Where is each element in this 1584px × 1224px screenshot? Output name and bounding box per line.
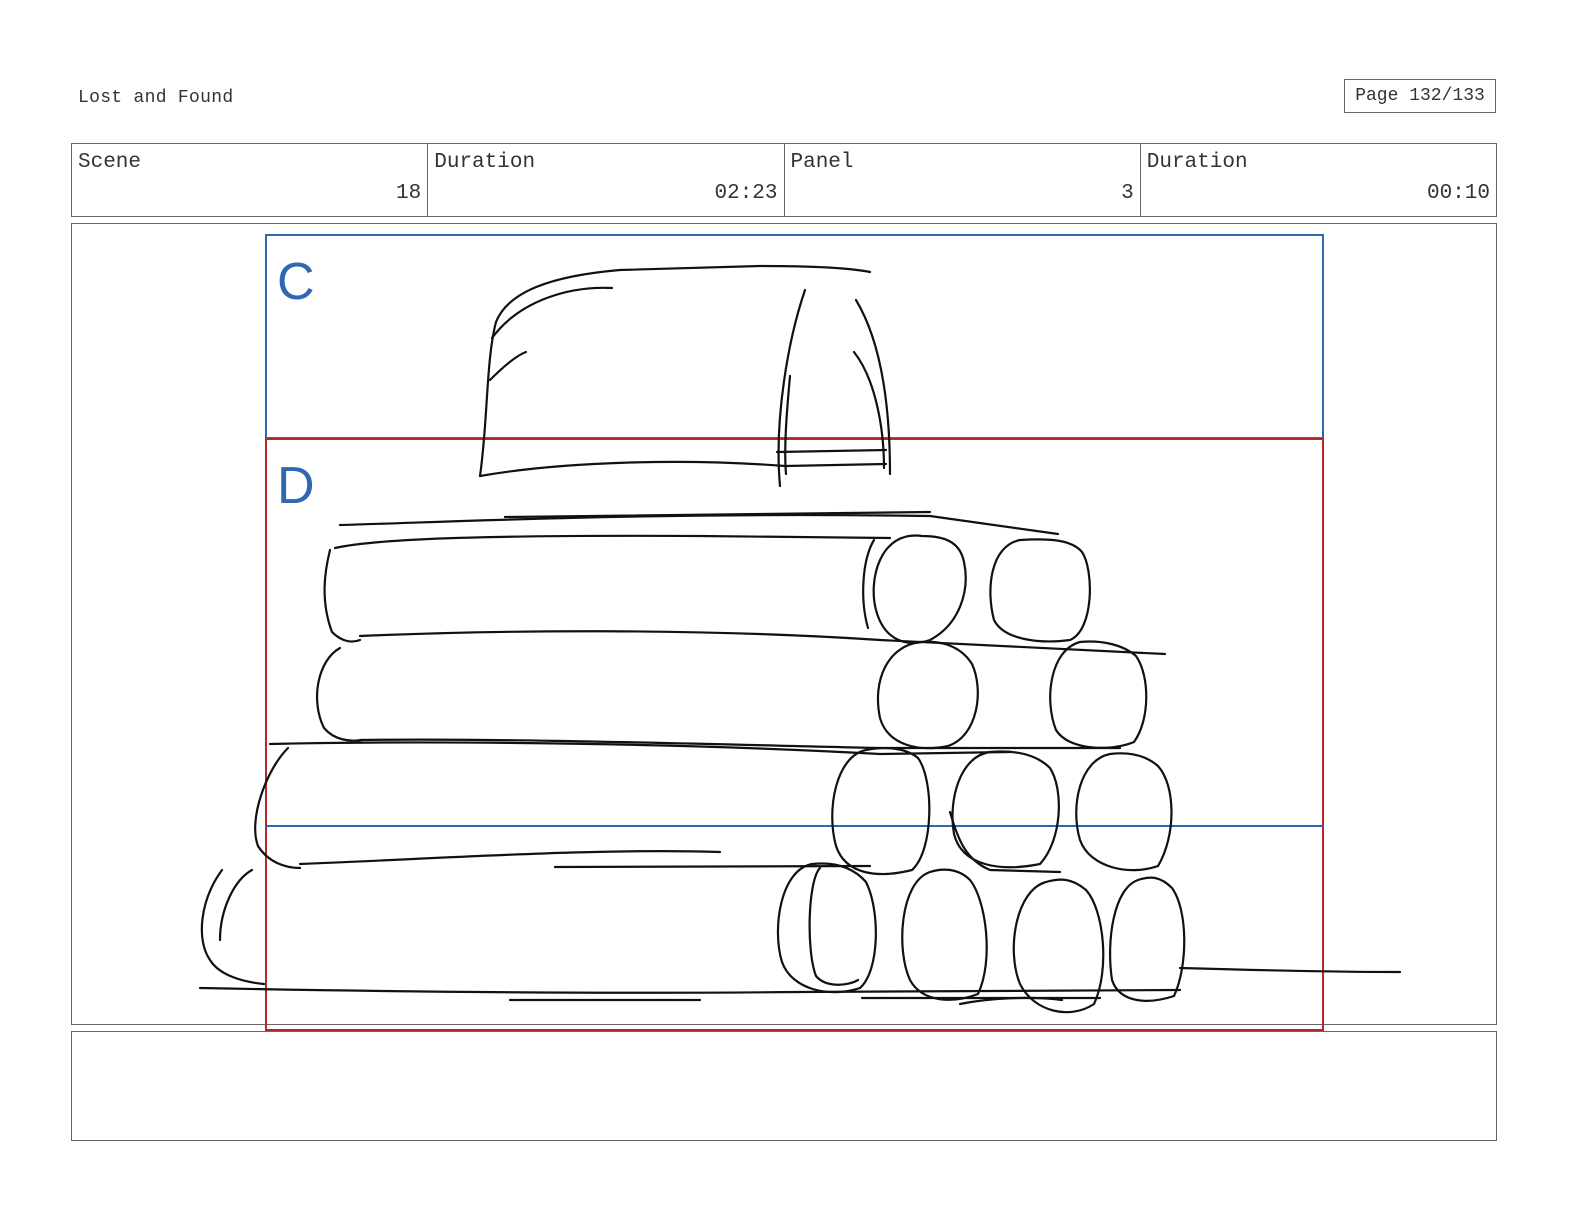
zone-d-label: D — [277, 457, 315, 515]
zone-d-box — [265, 438, 1324, 1031]
zone-c-label: C — [277, 253, 315, 311]
notes-area — [71, 1031, 1497, 1141]
pencil-sketch — [198, 264, 1402, 1014]
